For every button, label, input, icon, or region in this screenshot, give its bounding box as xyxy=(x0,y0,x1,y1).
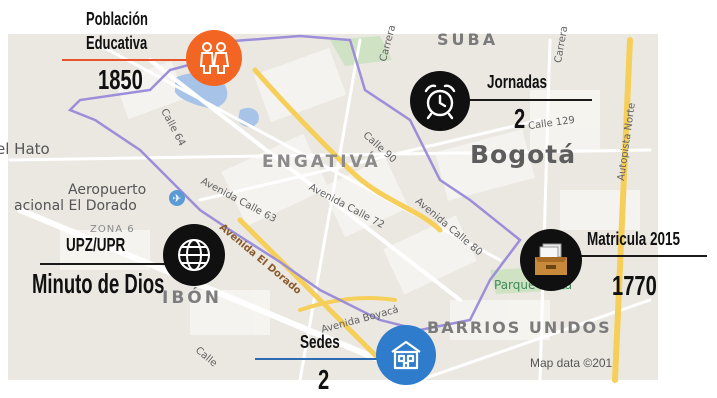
poblacion-line xyxy=(62,59,202,61)
people-icon xyxy=(186,30,242,86)
matricula-value: 1770 xyxy=(612,270,657,301)
matricula-label: Matricula 2015 xyxy=(587,229,681,249)
map-label-zona: ZONA 6 xyxy=(90,224,135,235)
sedes-value: 2 xyxy=(318,364,330,395)
alarm-clock-icon xyxy=(410,71,470,131)
archive-box-icon xyxy=(520,229,582,291)
upz-value: Minuto de Dios xyxy=(32,268,165,299)
poblacion-value: 1850 xyxy=(98,64,143,95)
poblacion-label-line1: Población xyxy=(86,9,148,29)
map-label-hato: el Hato xyxy=(0,140,50,158)
upz-label: UPZ/UPR xyxy=(66,235,126,255)
map-label-airport-2: acional El Dorado xyxy=(14,198,137,214)
map-label-barrios: BARRIOS UNIDOS xyxy=(427,318,612,337)
sedes-label: Sedes xyxy=(300,332,340,352)
map-label-suba: SUBA xyxy=(437,30,499,49)
svg-text:✈: ✈ xyxy=(172,192,181,205)
jornadas-label: Jornadas xyxy=(487,72,548,92)
map-label-bottom-area: IBÓN xyxy=(162,288,222,308)
poblacion-label-line2: Educativa xyxy=(86,33,148,53)
globe-icon xyxy=(163,224,225,286)
map-credit: Map data ©201 xyxy=(530,356,613,370)
map-label-city: Bogotá xyxy=(470,140,577,169)
map-label-district: ENGATIVÁ xyxy=(262,152,381,172)
building-icon xyxy=(376,325,436,385)
map-label-airport-1: Aeropuerto xyxy=(68,182,147,198)
jornadas-value: 2 xyxy=(514,103,526,134)
